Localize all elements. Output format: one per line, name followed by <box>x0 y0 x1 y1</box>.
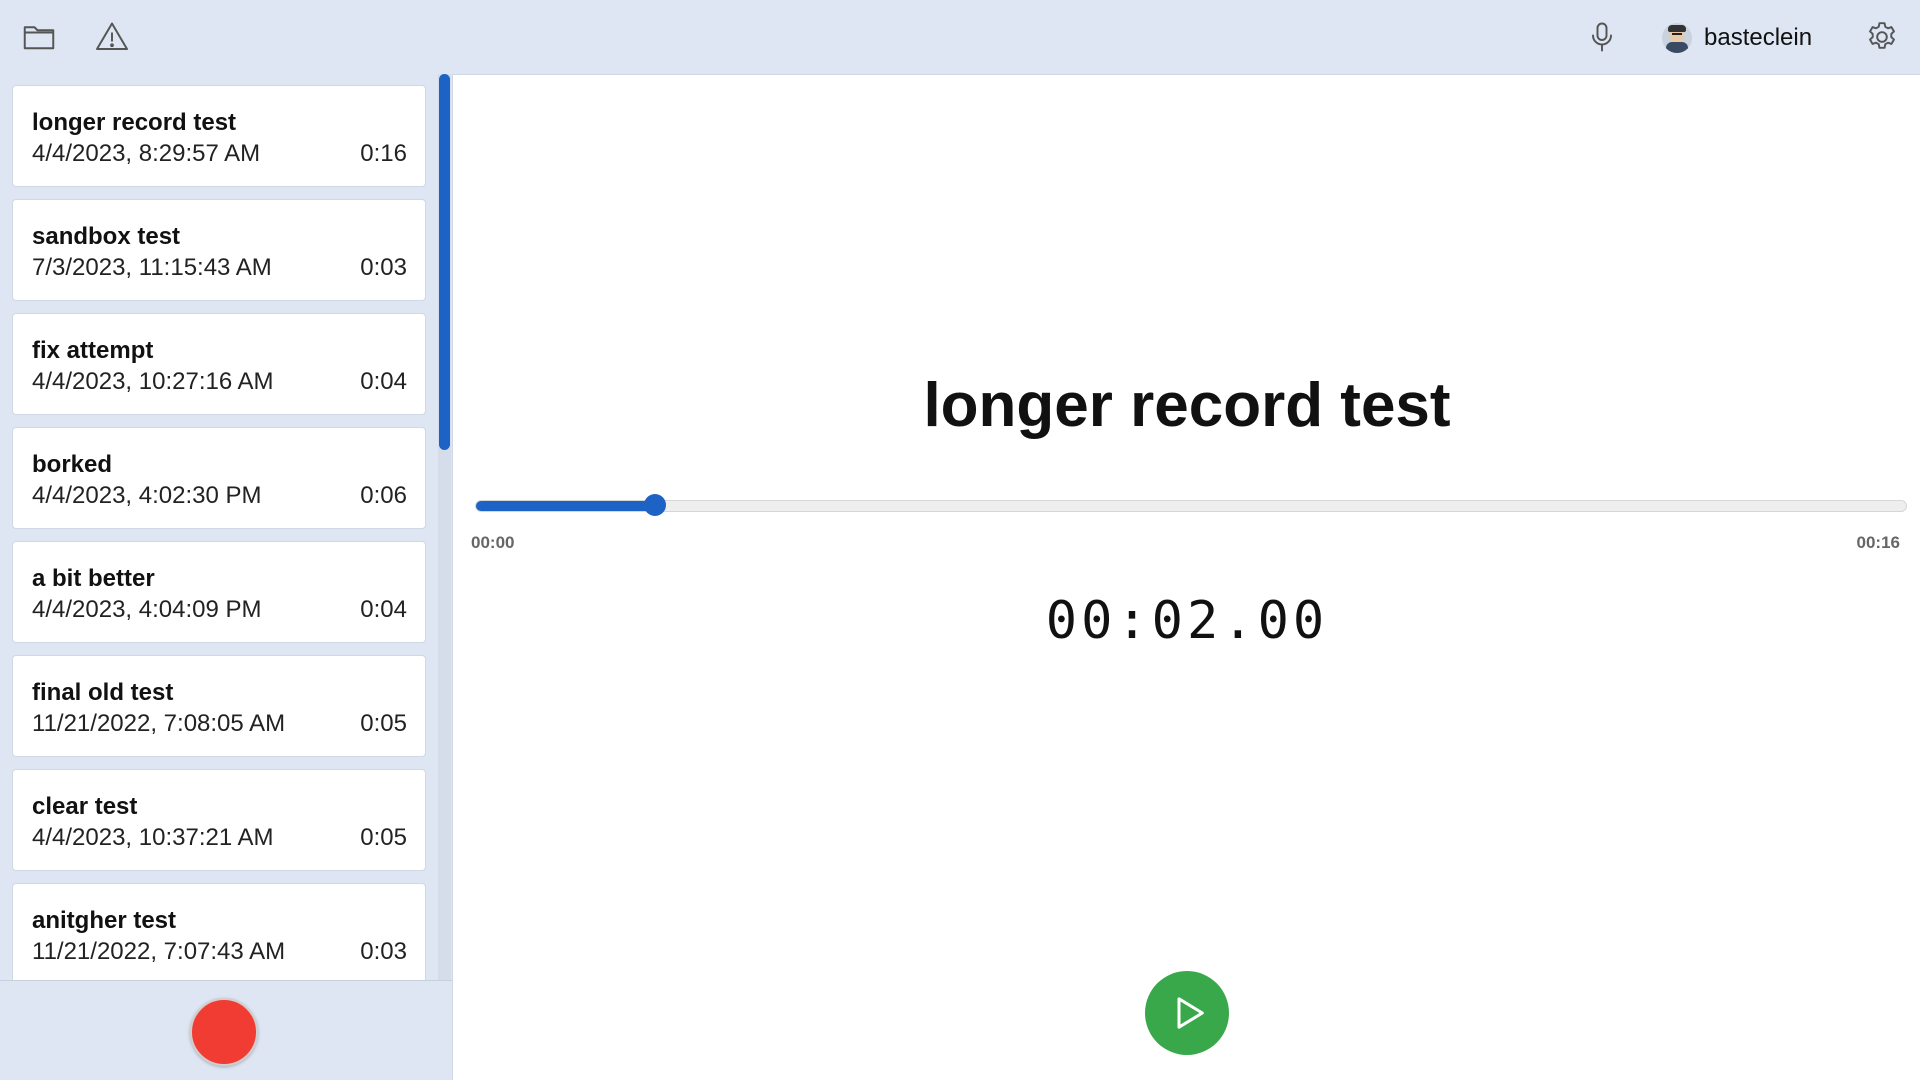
recording-title: longer record test <box>32 109 237 136</box>
seek-progress <box>476 501 655 511</box>
list-item[interactable]: a bit better 4/4/2023, 4:04:09 PM 0:04 <box>12 541 426 643</box>
recordings-list: longer record test 4/4/2023, 8:29:57 AM 0… <box>0 74 452 980</box>
recording-duration: 0:03 <box>360 254 407 281</box>
record-panel <box>0 980 452 1080</box>
recording-date: 4/4/2023, 4:02:30 PM <box>32 482 262 509</box>
recording-title-heading: longer record test <box>923 371 1451 440</box>
end-time: 00:16 <box>1856 533 1900 552</box>
start-time: 00:00 <box>471 533 515 552</box>
recording-duration: 0:16 <box>360 140 407 167</box>
microphone-icon[interactable] <box>1581 16 1623 58</box>
current-time: 00:02.00 <box>1045 591 1329 651</box>
recording-duration: 0:03 <box>360 938 407 965</box>
play-icon <box>1177 997 1204 1029</box>
recording-title: anitgher test <box>32 907 177 934</box>
username: basteclein <box>1704 24 1813 51</box>
recording-date: 4/4/2023, 8:29:57 AM <box>32 140 261 167</box>
play-button[interactable] <box>1145 971 1229 1055</box>
warning-icon[interactable] <box>91 16 133 58</box>
recording-date: 4/4/2023, 4:04:09 PM <box>32 596 262 623</box>
recordings-scrollbar[interactable] <box>438 74 451 980</box>
record-button[interactable] <box>190 998 258 1066</box>
seek-thumb[interactable] <box>643 494 666 516</box>
recording-title: a bit better <box>32 565 155 592</box>
user-profile[interactable]: basteclein <box>1662 18 1812 58</box>
list-item[interactable]: final old test 11/21/2022, 7:08:05 AM 0:0… <box>12 655 426 757</box>
recording-duration: 0:06 <box>360 482 407 509</box>
list-item[interactable]: clear test 4/4/2023, 10:37:21 AM 0:05 <box>12 769 426 871</box>
recording-duration: 0:04 <box>360 596 407 623</box>
list-item[interactable]: fix attempt 4/4/2023, 10:27:16 AM 0:04 <box>12 313 426 415</box>
recording-title: clear test <box>32 793 138 820</box>
folder-icon[interactable] <box>18 16 60 58</box>
recording-duration: 0:05 <box>360 824 407 851</box>
list-item[interactable]: anitgher test 11/21/2022, 7:07:43 AM 0:03 <box>12 883 426 980</box>
scrollbar-thumb[interactable] <box>439 74 450 450</box>
list-item[interactable]: sandbox test 7/3/2023, 11:15:43 AM 0:03 <box>12 199 426 301</box>
recording-title: fix attempt <box>32 337 154 364</box>
recording-title: borked <box>32 451 113 478</box>
list-item[interactable]: borked 4/4/2023, 4:02:30 PM 0:06 <box>12 427 426 529</box>
top-bar: basteclein <box>0 0 1920 74</box>
gear-icon[interactable] <box>1861 16 1903 58</box>
recording-date: 4/4/2023, 10:27:16 AM <box>32 368 274 395</box>
recording-title: final old test <box>32 679 174 706</box>
recording-date: 7/3/2023, 11:15:43 AM <box>32 254 272 281</box>
recording-date: 11/21/2022, 7:08:05 AM <box>32 710 286 737</box>
recording-title: sandbox test <box>32 223 181 250</box>
list-item[interactable]: longer record test 4/4/2023, 8:29:57 AM 0… <box>12 85 426 187</box>
player-panel: longer record test 00:00 00:16 00:02.00 <box>452 74 1920 1080</box>
recording-duration: 0:05 <box>360 710 407 737</box>
avatar <box>1662 23 1692 53</box>
recording-date: 4/4/2023, 10:37:21 AM <box>32 824 274 851</box>
seek-slider[interactable] <box>475 494 1907 516</box>
recording-date: 11/21/2022, 7:07:43 AM <box>32 938 286 965</box>
recording-duration: 0:04 <box>360 368 407 395</box>
